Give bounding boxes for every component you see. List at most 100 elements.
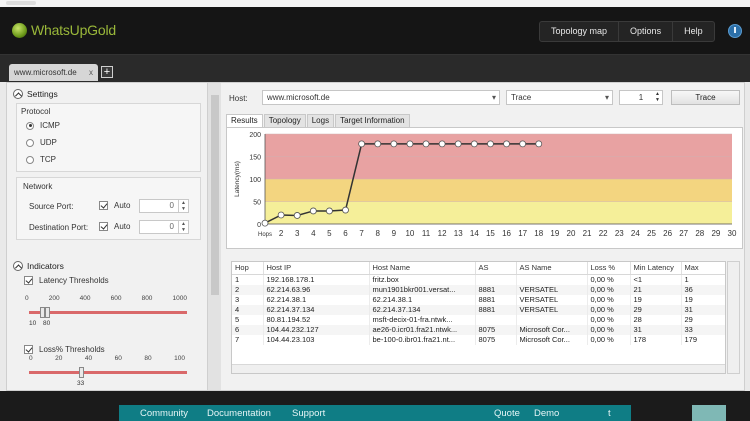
footer-quote-link[interactable]: Quote bbox=[494, 408, 520, 419]
app-title: WhatsUpGold bbox=[31, 22, 116, 38]
source-auto-checkbox[interactable]: Auto bbox=[99, 201, 130, 210]
nav-help[interactable]: Help bbox=[673, 22, 714, 41]
x-tick-label: 26 bbox=[663, 229, 672, 238]
footer-highlight-button[interactable] bbox=[692, 405, 726, 421]
y-tick-label: 50 bbox=[253, 200, 261, 207]
check-icon[interactable] bbox=[24, 276, 33, 285]
table-row[interactable]: 7 104.44.23.103 be-100-0.ibr01.fra21.nt...… bbox=[232, 334, 725, 345]
data-point bbox=[454, 140, 462, 148]
column-header[interactable]: Host IP bbox=[263, 262, 370, 275]
app-header: WhatsUpGold Topology map Options Help bbox=[0, 7, 750, 55]
footer-community-link[interactable]: Community bbox=[140, 408, 188, 419]
spinner-arrows-icon[interactable]: ▲ ▼ bbox=[655, 91, 660, 103]
radio-dot-icon[interactable] bbox=[26, 138, 34, 147]
protocol-group: Protocol ICMP UDP TCP bbox=[16, 103, 201, 172]
table-row[interactable]: 4 62.214.37.134 62.214.37.134 8881 VERSATEL 0… bbox=[232, 304, 725, 315]
table-row[interactable]: 5 80.81.194.52 msft-decix-01-fra.ntwk... 0,… bbox=[232, 314, 725, 325]
scrollbar-thumb[interactable] bbox=[211, 95, 219, 295]
column-header[interactable]: Loss % bbox=[587, 262, 631, 275]
x-tick-label: 4 bbox=[311, 229, 316, 238]
tab-topology[interactable]: Topology bbox=[263, 114, 306, 127]
tab-logs[interactable]: Logs bbox=[306, 114, 335, 127]
collapse-icon[interactable] bbox=[13, 89, 23, 99]
footer-support-link[interactable]: Support bbox=[292, 408, 325, 419]
table-horizontal-scrollbar[interactable] bbox=[232, 364, 725, 373]
check-icon[interactable] bbox=[99, 201, 108, 210]
x-tick-label: 10 bbox=[405, 229, 414, 238]
data-point bbox=[470, 140, 478, 148]
column-header[interactable]: Min Latency bbox=[630, 262, 682, 275]
x-tick-label: 8 bbox=[375, 229, 380, 238]
y-tick-label: 150 bbox=[249, 155, 261, 162]
footer-demo-link[interactable]: Demo bbox=[534, 408, 559, 419]
dest-port-input[interactable]: 0 ▲ ▼ bbox=[139, 220, 189, 234]
table-row[interactable]: 6 104.44.232.127 ae26-0.icr01.fra21.ntwk..… bbox=[232, 324, 725, 335]
latency-thresholds-checkbox[interactable]: Latency Thresholds bbox=[24, 276, 109, 285]
add-tab-button[interactable]: + bbox=[101, 66, 113, 78]
loss-slider[interactable] bbox=[29, 371, 187, 374]
trace-button[interactable]: Trace bbox=[671, 90, 740, 105]
x-tick-label: 18 bbox=[534, 229, 543, 238]
dest-auto-checkbox[interactable]: Auto bbox=[99, 222, 130, 231]
collapse-icon[interactable] bbox=[13, 261, 23, 271]
x-tick-label: 13 bbox=[454, 229, 463, 238]
check-icon[interactable] bbox=[99, 222, 108, 231]
x-tick-label: 24 bbox=[631, 229, 640, 238]
host-input[interactable]: www.microsoft.de bbox=[262, 90, 500, 105]
radio-udp[interactable]: UDP bbox=[26, 138, 57, 147]
close-tab-icon[interactable]: x bbox=[89, 64, 93, 81]
table-row[interactable]: 3 62.214.38.1 62.214.38.1 8881 VERSATEL 0,00 … bbox=[232, 294, 725, 305]
source-port-label: Source Port: bbox=[29, 202, 74, 211]
settings-header[interactable]: Settings bbox=[13, 89, 58, 99]
column-header[interactable]: AS Name bbox=[516, 262, 588, 275]
y-tick-label: 200 bbox=[249, 132, 261, 139]
column-header[interactable]: AS bbox=[475, 262, 517, 275]
protocol-label: Protocol bbox=[21, 107, 51, 116]
radio-dot-icon[interactable] bbox=[26, 155, 34, 164]
data-point bbox=[390, 140, 398, 148]
app-logo: WhatsUpGold bbox=[12, 22, 116, 38]
footer-last-link[interactable]: t bbox=[608, 408, 611, 419]
count-stepper[interactable]: 1 ▲ ▼ bbox=[619, 90, 663, 105]
table-vertical-scrollbar[interactable] bbox=[727, 261, 740, 374]
check-icon[interactable] bbox=[24, 345, 33, 354]
dest-port-label: Destination Port: bbox=[29, 223, 89, 232]
loss-slider-handle[interactable] bbox=[79, 367, 84, 378]
settings-scrollbar[interactable] bbox=[207, 83, 221, 390]
tab-results[interactable]: Results bbox=[226, 114, 263, 127]
latency-slider[interactable] bbox=[29, 311, 187, 314]
radio-tcp[interactable]: TCP bbox=[26, 155, 56, 164]
x-tick-label: 23 bbox=[615, 229, 624, 238]
document-tab[interactable]: www.microsoft.de x bbox=[9, 64, 98, 81]
spinner-arrows-icon[interactable]: ▲ ▼ bbox=[178, 221, 188, 233]
radio-dot-icon[interactable] bbox=[26, 121, 34, 130]
mode-select[interactable]: Trace bbox=[506, 90, 613, 105]
nav-topology-map[interactable]: Topology map bbox=[540, 22, 620, 41]
data-point bbox=[487, 140, 494, 148]
data-point bbox=[406, 140, 414, 148]
table-row[interactable]: 1 192.168.178.1 fritz.box 0,00 % <1 1 bbox=[232, 274, 725, 285]
loss-thresholds-checkbox[interactable]: Loss% Thresholds bbox=[24, 345, 105, 354]
tab-target-information[interactable]: Target Information bbox=[335, 114, 410, 127]
data-point bbox=[293, 212, 301, 219]
column-header[interactable]: Hop bbox=[232, 262, 264, 275]
x-tick-label: 2 bbox=[279, 229, 284, 238]
spinner-arrows-icon[interactable]: ▲ ▼ bbox=[178, 200, 188, 212]
latency-slider-handle[interactable] bbox=[45, 307, 50, 318]
column-header[interactable]: Host Name bbox=[369, 262, 476, 275]
data-point bbox=[342, 206, 349, 214]
settings-panel: Settings Protocol ICMP UDP TCP Network S… bbox=[7, 83, 207, 390]
x-tick-label: 9 bbox=[392, 229, 397, 238]
column-header[interactable]: Max bbox=[681, 262, 725, 275]
x-tick-label: 28 bbox=[695, 229, 704, 238]
source-port-input[interactable]: 0 ▲ ▼ bbox=[139, 199, 189, 213]
data-point bbox=[519, 140, 527, 148]
x-tick-label: 20 bbox=[567, 229, 576, 238]
indicators-header[interactable]: Indicators bbox=[13, 261, 64, 271]
radio-icmp[interactable]: ICMP bbox=[26, 121, 60, 130]
nav-options[interactable]: Options bbox=[619, 22, 674, 41]
table-row[interactable]: 2 62.214.63.96 mun1901bkr001.versat... 8881… bbox=[232, 284, 725, 295]
footer-documentation-link[interactable]: Documentation bbox=[207, 408, 271, 419]
threshold-band bbox=[265, 179, 732, 202]
power-icon[interactable] bbox=[728, 24, 742, 38]
